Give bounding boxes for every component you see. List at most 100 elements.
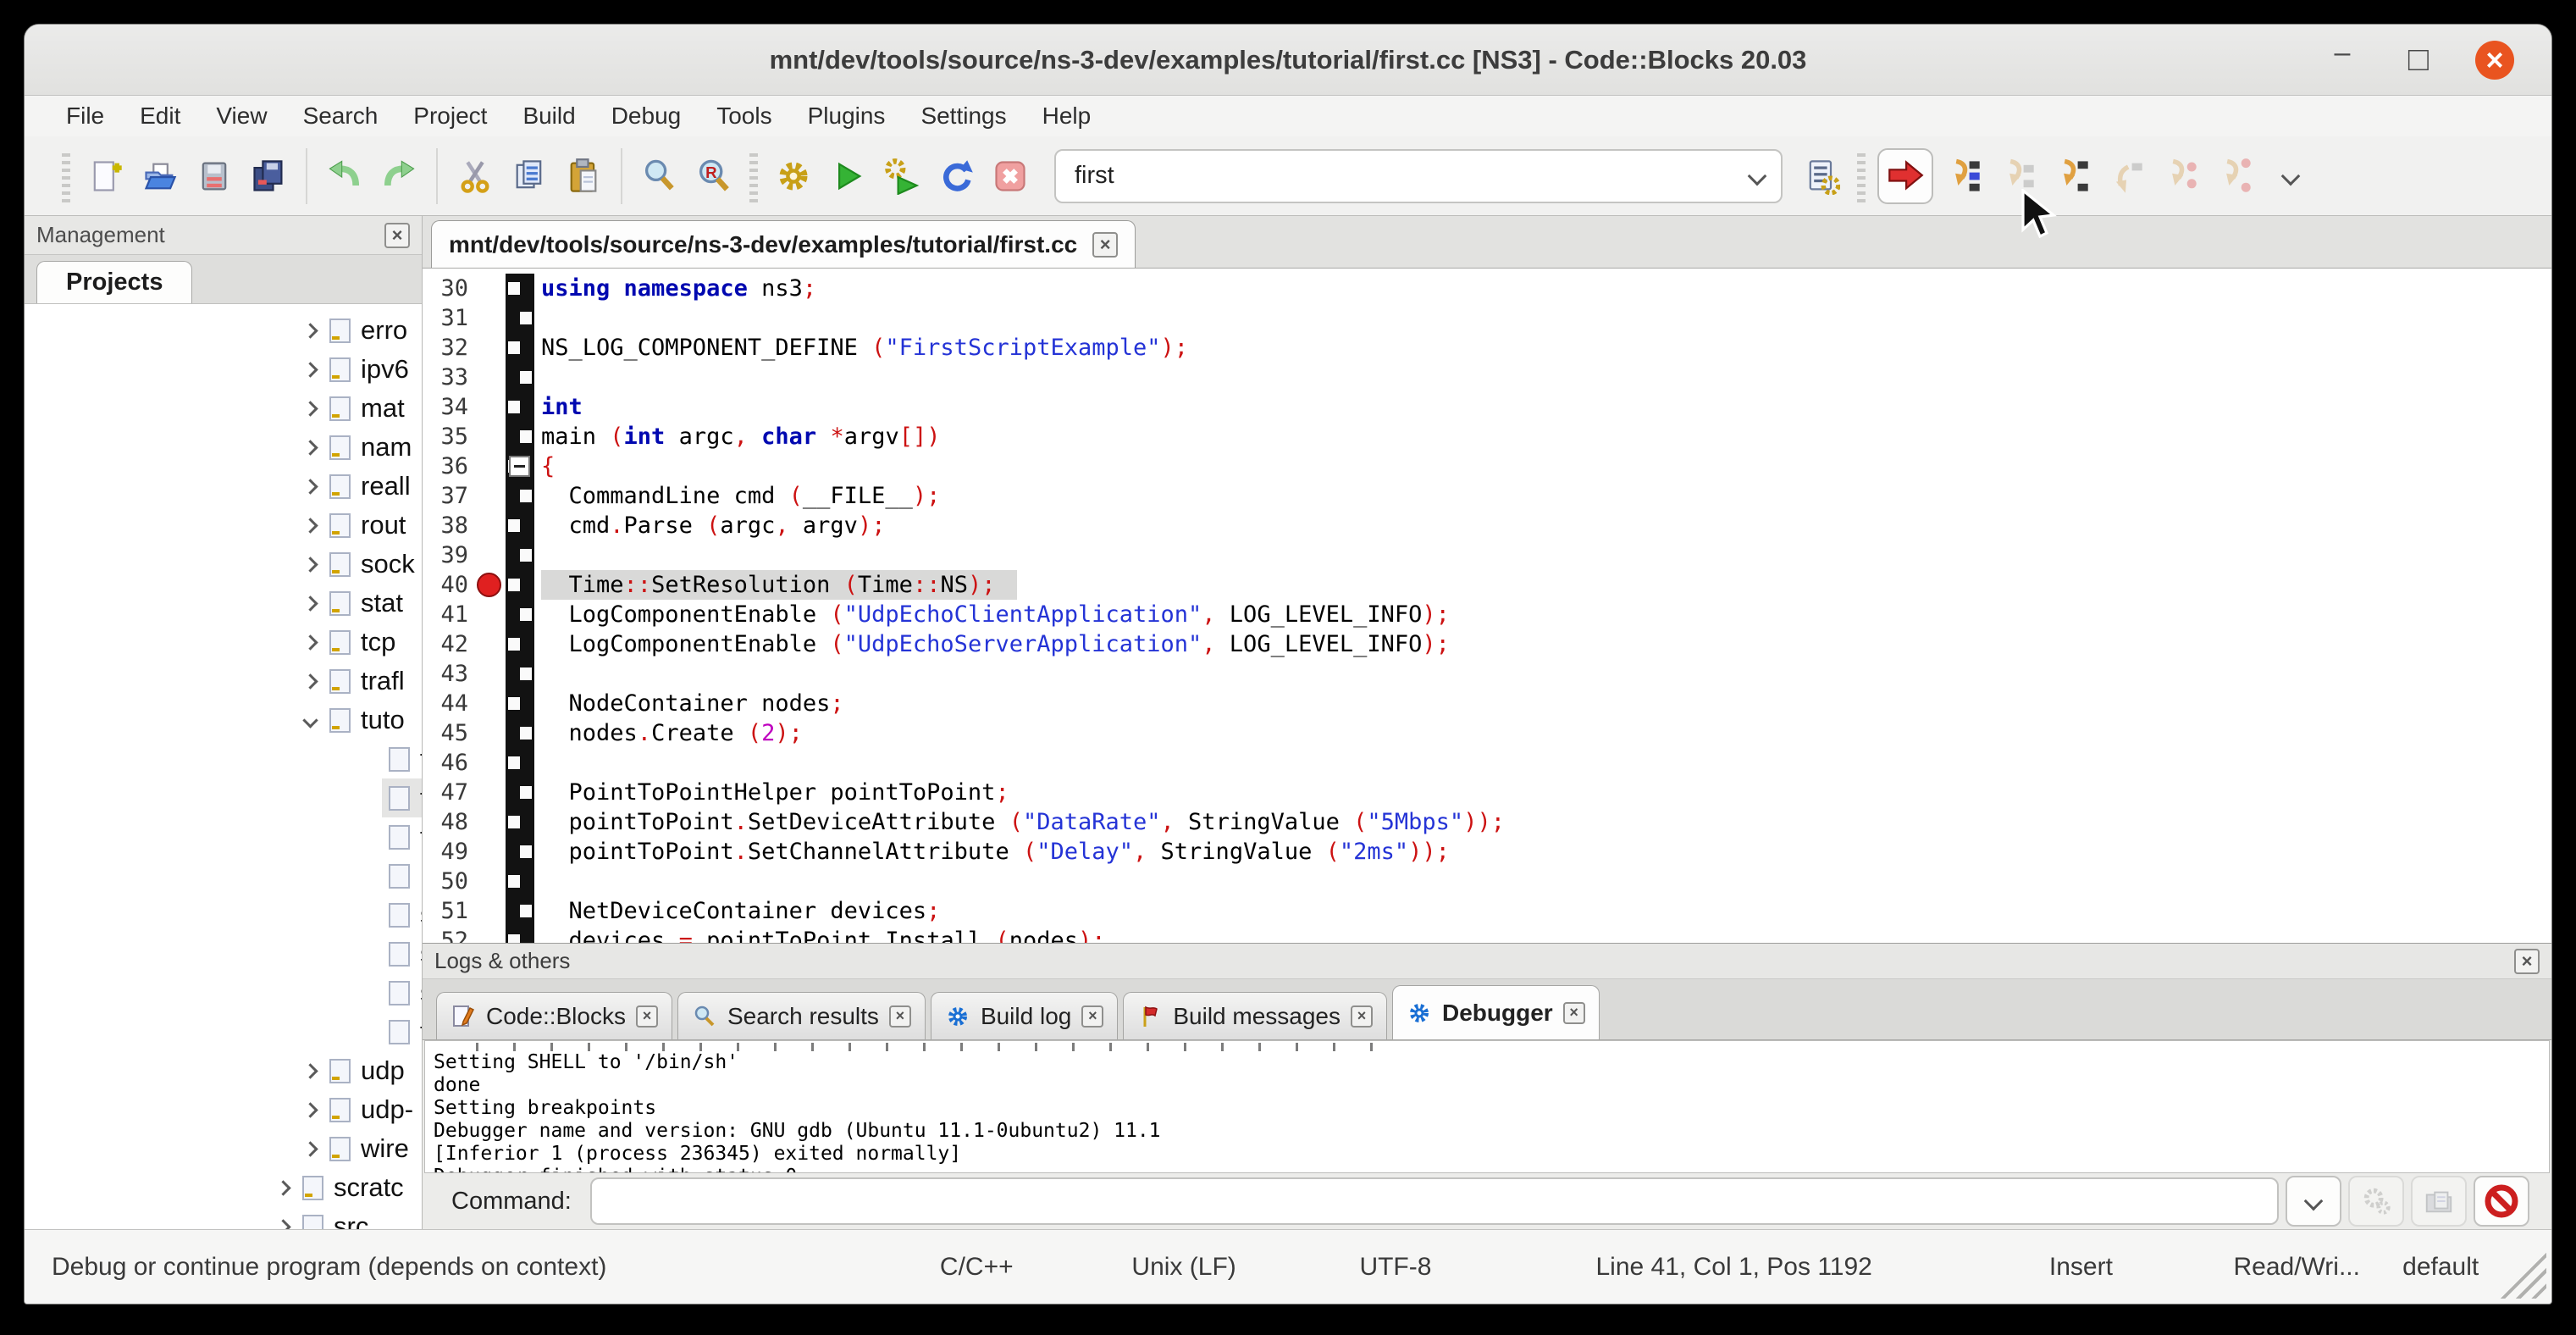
tree-row[interactable]: mat bbox=[25, 389, 422, 428]
line-number[interactable]: 36 bbox=[423, 451, 475, 481]
line-number[interactable]: 41 bbox=[423, 600, 475, 629]
breakpoint-margin[interactable] bbox=[475, 274, 506, 303]
code-line[interactable]: 35main (int argc, char *argv[]) bbox=[423, 422, 2551, 451]
tree-item[interactable]: udp bbox=[323, 1051, 422, 1090]
maximize-button[interactable]: □ bbox=[2399, 41, 2438, 80]
tree-item[interactable]: fir bbox=[382, 778, 422, 817]
menu-item-file[interactable]: File bbox=[48, 101, 122, 131]
line-number[interactable]: 45 bbox=[423, 718, 475, 748]
line-number[interactable]: 32 bbox=[423, 333, 475, 363]
code-line[interactable]: 30using namespace ns3; bbox=[423, 274, 2551, 303]
tree-row[interactable]: rout bbox=[25, 506, 422, 545]
line-number[interactable]: 38 bbox=[423, 511, 475, 540]
code-line[interactable]: 31 bbox=[423, 303, 2551, 333]
breakpoint-margin[interactable] bbox=[475, 689, 506, 718]
tree-item[interactable]: trafl bbox=[323, 662, 422, 701]
redo-button[interactable] bbox=[375, 152, 423, 200]
tree-row[interactable]: udp bbox=[25, 1051, 422, 1090]
code-line[interactable]: 43 bbox=[423, 659, 2551, 689]
breakpoint-margin[interactable] bbox=[475, 511, 506, 540]
next-instruction-button[interactable] bbox=[2157, 152, 2204, 200]
menu-item-debug[interactable]: Debug bbox=[594, 101, 699, 131]
line-number[interactable]: 39 bbox=[423, 540, 475, 570]
tree-row[interactable]: se bbox=[25, 895, 422, 934]
tree-item[interactable]: scratc bbox=[296, 1168, 422, 1207]
tree-item[interactable]: src bbox=[296, 1207, 422, 1229]
breakpoint-margin[interactable] bbox=[475, 481, 506, 511]
menu-item-help[interactable]: Help bbox=[1025, 101, 1109, 131]
breakpoint-margin[interactable] bbox=[475, 570, 506, 600]
tree-item[interactable]: nam bbox=[323, 428, 422, 467]
compile-target-button[interactable] bbox=[1798, 152, 1845, 200]
tree-row[interactable]: scratc bbox=[25, 1168, 422, 1207]
menu-item-search[interactable]: Search bbox=[285, 101, 396, 131]
breakpoint-margin[interactable] bbox=[475, 451, 506, 481]
run-to-cursor-button[interactable] bbox=[1940, 152, 1987, 200]
management-close-icon[interactable]: × bbox=[384, 223, 410, 248]
tree-item[interactable]: sock bbox=[323, 545, 422, 584]
menu-item-plugins[interactable]: Plugins bbox=[790, 101, 904, 131]
line-number[interactable]: 35 bbox=[423, 422, 475, 451]
open-file-button[interactable] bbox=[136, 152, 184, 200]
line-number[interactable]: 48 bbox=[423, 807, 475, 837]
chevron-right-icon[interactable] bbox=[302, 673, 318, 689]
toolbar-grip[interactable] bbox=[62, 150, 70, 202]
tree-row[interactable]: src bbox=[25, 1207, 422, 1229]
logs-close-icon[interactable]: × bbox=[2514, 949, 2540, 974]
build-button[interactable] bbox=[770, 152, 817, 200]
code-line[interactable]: 50 bbox=[423, 867, 2551, 896]
tree-row[interactable]: fo bbox=[25, 817, 422, 856]
tree-item[interactable]: mat bbox=[323, 389, 422, 428]
tree-row[interactable]: udp- bbox=[25, 1090, 422, 1129]
log-tab-close-icon[interactable]: × bbox=[1081, 1005, 1103, 1028]
breakpoint-margin[interactable] bbox=[475, 778, 506, 807]
chevron-right-icon[interactable] bbox=[302, 557, 318, 572]
debug-continue-button[interactable] bbox=[1877, 148, 1933, 204]
line-number[interactable]: 50 bbox=[423, 867, 475, 896]
tree-item[interactable]: stat bbox=[323, 584, 422, 623]
menu-item-tools[interactable]: Tools bbox=[699, 101, 789, 131]
chevron-right-icon[interactable] bbox=[302, 440, 318, 455]
tree-row[interactable]: nam bbox=[25, 428, 422, 467]
code-line[interactable]: 39 bbox=[423, 540, 2551, 570]
tree-item[interactable]: fo bbox=[382, 817, 422, 856]
combo-chevron-down-icon[interactable] bbox=[1748, 166, 1767, 186]
command-input[interactable] bbox=[590, 1177, 2279, 1225]
code-line[interactable]: 48 pointToPoint.SetDeviceAttribute ("Dat… bbox=[423, 807, 2551, 837]
tree-row[interactable]: wire bbox=[25, 1129, 422, 1168]
code-line[interactable]: 33 bbox=[423, 363, 2551, 392]
breakpoint-margin[interactable] bbox=[475, 392, 506, 422]
chevron-right-icon[interactable] bbox=[302, 401, 318, 416]
log-tab-close-icon[interactable]: × bbox=[1563, 1002, 1585, 1024]
log-tab-search-results[interactable]: Search results× bbox=[677, 992, 926, 1039]
menu-item-edit[interactable]: Edit bbox=[122, 101, 198, 131]
breakpoint-margin[interactable] bbox=[475, 837, 506, 867]
undo-button[interactable] bbox=[321, 152, 368, 200]
tree-row[interactable]: tcp bbox=[25, 623, 422, 662]
code-line[interactable]: 47 PointToPointHelper pointToPoint; bbox=[423, 778, 2551, 807]
menu-item-project[interactable]: Project bbox=[395, 101, 505, 131]
line-number[interactable]: 47 bbox=[423, 778, 475, 807]
line-number[interactable]: 49 bbox=[423, 837, 475, 867]
step-out-button[interactable] bbox=[2103, 152, 2150, 200]
chevron-right-icon[interactable] bbox=[302, 1141, 318, 1156]
code-line[interactable]: 38 cmd.Parse (argc, argv); bbox=[423, 511, 2551, 540]
title-bar[interactable]: mnt/dev/tools/source/ns-3-dev/examples/t… bbox=[25, 25, 2551, 96]
line-number[interactable]: 43 bbox=[423, 659, 475, 689]
search-input[interactable] bbox=[1073, 161, 1750, 191]
minimize-button[interactable]: – bbox=[2323, 41, 2362, 80]
debugger-settings-button[interactable] bbox=[2348, 1176, 2404, 1227]
breakpoint-margin[interactable] bbox=[475, 867, 506, 896]
breakpoint-margin[interactable] bbox=[475, 718, 506, 748]
tree-item[interactable]: reall bbox=[323, 467, 422, 506]
breakpoint-margin[interactable] bbox=[475, 926, 506, 943]
chevron-right-icon[interactable] bbox=[302, 1063, 318, 1078]
menu-item-settings[interactable]: Settings bbox=[903, 101, 1024, 131]
menu-item-build[interactable]: Build bbox=[505, 101, 593, 131]
line-number[interactable]: 30 bbox=[423, 274, 475, 303]
cut-button[interactable] bbox=[451, 152, 499, 200]
command-history-button[interactable] bbox=[2286, 1176, 2341, 1227]
code-line[interactable]: 37 CommandLine cmd (__FILE__); bbox=[423, 481, 2551, 511]
line-number[interactable]: 37 bbox=[423, 481, 475, 511]
code-line[interactable]: 34int bbox=[423, 392, 2551, 422]
